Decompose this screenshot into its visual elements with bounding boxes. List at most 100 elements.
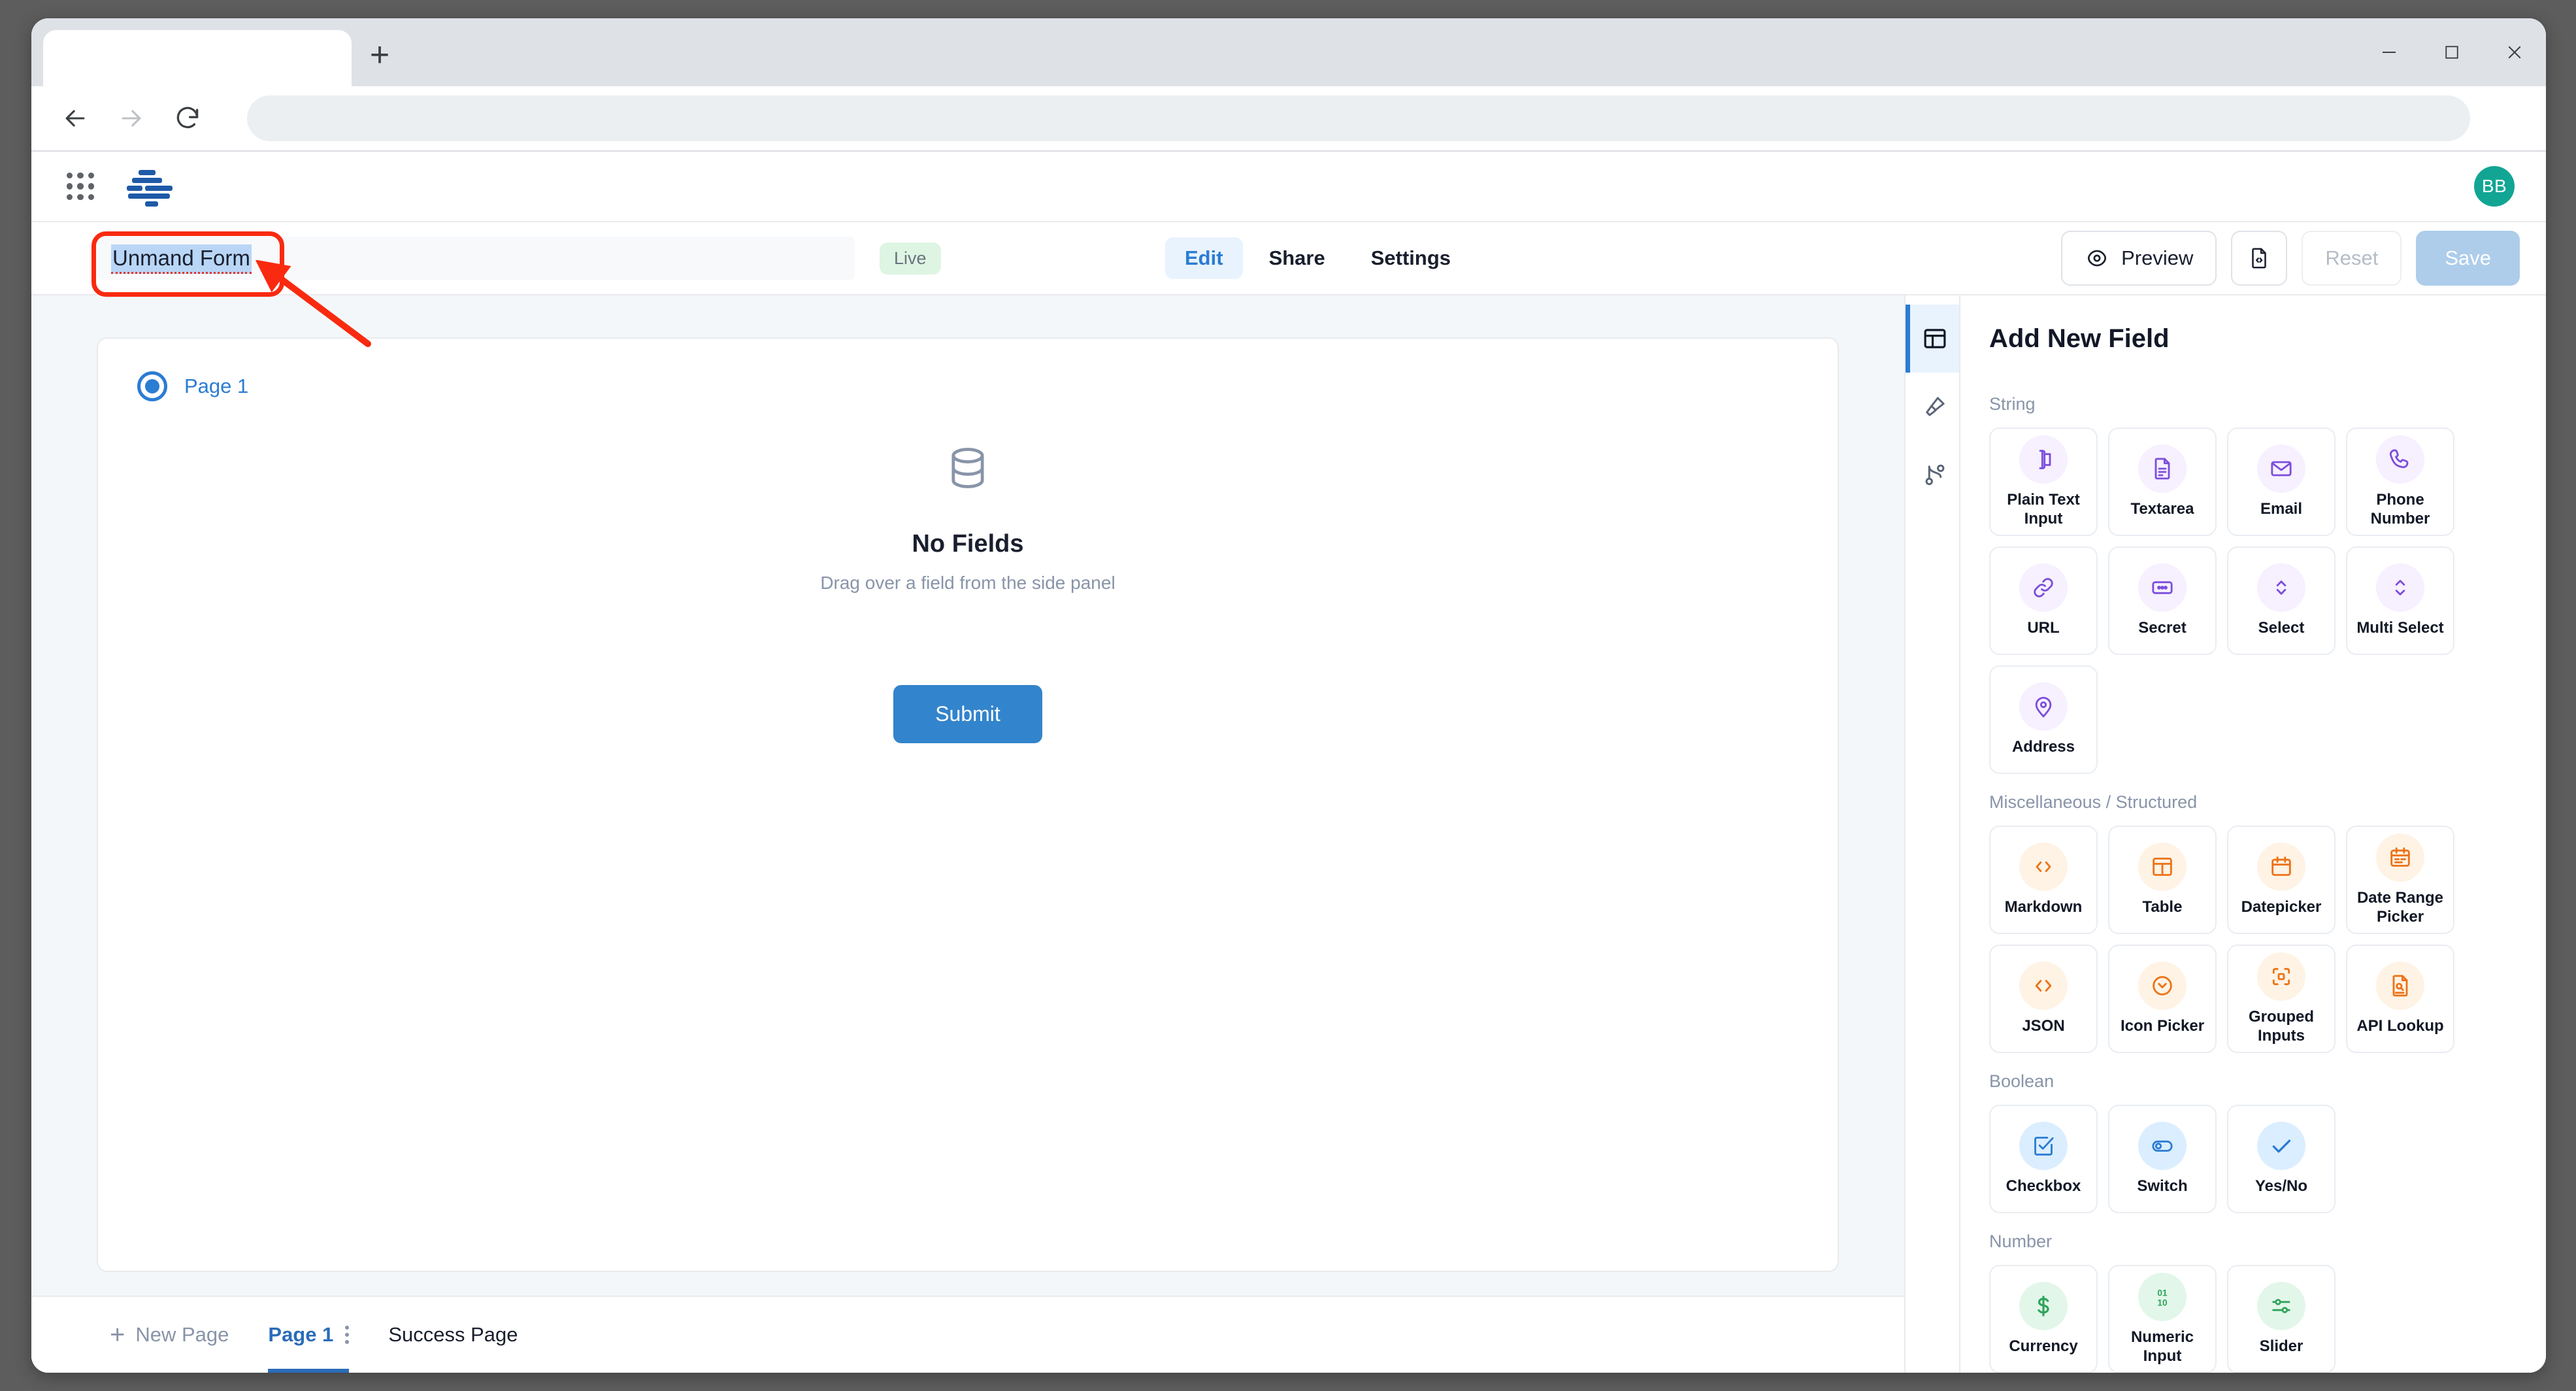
browser-tabstrip: +: [31, 18, 2546, 86]
panel-rail: [1906, 295, 1960, 1373]
tab-edit[interactable]: Edit: [1165, 237, 1243, 279]
field-card-label: URL: [2027, 619, 2060, 637]
field-card[interactable]: Select: [2227, 546, 2336, 655]
save-button[interactable]: Save: [2416, 231, 2520, 286]
rail-item-flow[interactable]: [1906, 441, 1959, 509]
field-card-label: Date Range Picker: [2356, 888, 2444, 926]
tab-share[interactable]: Share: [1249, 237, 1345, 279]
page-tabs-bar: + New Page Page 1 Success Page: [31, 1296, 1904, 1373]
tab-settings[interactable]: Settings: [1351, 237, 1470, 279]
field-card[interactable]: Multi Select: [2346, 546, 2454, 655]
field-card[interactable]: Markdown: [1989, 826, 2098, 934]
field-category: Number Currency 01 10 Numeric Input Slider: [1989, 1232, 2515, 1373]
preview-button[interactable]: Preview: [2061, 231, 2217, 286]
database-icon: [943, 443, 993, 496]
field-card-label: Multi Select: [2356, 619, 2444, 637]
calendar-icon: [2257, 843, 2305, 892]
document-search-icon: [2376, 962, 2424, 1011]
maximize-button[interactable]: [2420, 18, 2483, 86]
back-button[interactable]: [51, 94, 99, 142]
field-card-label: Numeric Input: [2130, 1328, 2194, 1365]
field-card[interactable]: Plain Text Input: [1989, 427, 2098, 536]
field-category: Miscellaneous / Structured Markdown Table D…: [1989, 792, 2515, 1053]
field-card[interactable]: Slider: [2227, 1265, 2336, 1373]
field-card[interactable]: Email: [2227, 427, 2336, 536]
angle-brackets-icon: [2019, 962, 2068, 1011]
form-tabs: Edit Share Settings: [1165, 237, 1470, 279]
field-card[interactable]: URL: [1989, 546, 2098, 655]
workspace: Page 1 No Fields Drag over a field from …: [31, 295, 2546, 1373]
rail-item-theme[interactable]: [1906, 373, 1959, 441]
avatar[interactable]: BB: [2474, 166, 2515, 207]
field-card[interactable]: Textarea: [2108, 427, 2217, 536]
link-icon: [2019, 563, 2068, 612]
reset-button[interactable]: Reset: [2302, 231, 2402, 286]
field-card[interactable]: Grouped Inputs: [2227, 945, 2336, 1053]
page-tab-label: Success Page: [388, 1323, 518, 1346]
vertical-dots-icon[interactable]: [345, 1326, 350, 1344]
minimize-button[interactable]: [2358, 18, 2420, 86]
view-code-button[interactable]: [2231, 231, 2288, 286]
app-root: BB Unmand Form Live Edit Share Settings …: [31, 152, 2546, 1373]
field-card[interactable]: JSON: [1989, 945, 2098, 1053]
field-card[interactable]: Checkbox: [1989, 1105, 2098, 1213]
preview-label: Preview: [2121, 246, 2194, 269]
field-categories: String Plain Text Input Textarea Email Phone…: [1989, 394, 2515, 1373]
field-card-label: Icon Picker: [2120, 1017, 2205, 1035]
browser-menu-button[interactable]: [2485, 94, 2526, 142]
slider-icon: [2257, 1282, 2305, 1331]
field-card[interactable]: Secret: [2108, 546, 2217, 655]
field-category: String Plain Text Input Textarea Email Phone…: [1989, 394, 2515, 774]
field-card[interactable]: API Lookup: [2346, 945, 2454, 1053]
reload-button[interactable]: [163, 94, 212, 142]
category-label: Boolean: [1989, 1071, 2055, 1091]
field-card[interactable]: Table: [2108, 826, 2217, 934]
page-tab-success-page[interactable]: Success Page: [388, 1296, 518, 1373]
empty-state-title: No Fields: [912, 530, 1024, 558]
field-card[interactable]: Icon Picker: [2108, 945, 2217, 1053]
binary-digits-icon: 01 10: [2138, 1272, 2187, 1321]
close-button[interactable]: [2483, 18, 2546, 86]
rail-item-layout[interactable]: [1906, 305, 1959, 373]
forward-button[interactable]: [107, 94, 156, 142]
page-radio-row[interactable]: Page 1: [137, 371, 1798, 401]
field-card[interactable]: Switch: [2108, 1105, 2217, 1213]
svg-text:10: 10: [2157, 1298, 2168, 1307]
field-card[interactable]: Address: [1989, 665, 2098, 774]
double-chevron-up-down-icon: [2376, 563, 2424, 612]
address-bar[interactable]: [247, 95, 2470, 141]
field-card[interactable]: Phone Number: [2346, 427, 2454, 536]
status-badge: Live: [880, 242, 941, 275]
field-card-label: Markdown: [2004, 898, 2083, 916]
new-tab-button[interactable]: +: [352, 30, 408, 86]
field-card-label: Select: [2258, 619, 2305, 637]
form-canvas-scroll: Page 1 No Fields Drag over a field from …: [31, 295, 1904, 1296]
unmand-logo-icon[interactable]: [127, 169, 173, 207]
field-card-label: Address: [2011, 738, 2075, 756]
table-grid-icon: [2138, 843, 2187, 892]
document-lines-icon: [2138, 444, 2187, 494]
form-toolbar: Unmand Form Live Edit Share Settings Pre…: [31, 222, 2546, 295]
field-card-label: Plain Text Input: [2007, 490, 2080, 528]
category-label: Number: [1989, 1232, 2053, 1251]
envelope-icon: [2257, 444, 2305, 494]
page-tab-page-1[interactable]: Page 1: [268, 1296, 350, 1373]
field-card-grid: Checkbox Switch Yes/No: [1989, 1105, 2515, 1213]
submit-button[interactable]: Submit: [893, 685, 1042, 743]
field-card[interactable]: Yes/No: [2227, 1105, 2336, 1213]
browser-tab[interactable]: [43, 30, 352, 86]
field-card[interactable]: Date Range Picker: [2346, 826, 2454, 934]
category-label: Miscellaneous / Structured: [1989, 792, 2198, 812]
new-page-button[interactable]: + New Page: [110, 1322, 229, 1348]
field-card[interactable]: 01 10 Numeric Input: [2108, 1265, 2217, 1373]
field-card-label: Phone Number: [2370, 490, 2430, 528]
eye-icon: [2088, 250, 2107, 267]
phone-icon: [2376, 435, 2424, 484]
field-card[interactable]: Currency: [1989, 1265, 2098, 1373]
app-grid-icon[interactable]: [63, 169, 98, 204]
minimize-icon: [2383, 52, 2396, 53]
field-card[interactable]: Datepicker: [2227, 826, 2336, 934]
layout-panel-icon: [1924, 329, 1945, 348]
form-title-input[interactable]: [97, 237, 855, 280]
plus-icon: +: [369, 36, 390, 74]
